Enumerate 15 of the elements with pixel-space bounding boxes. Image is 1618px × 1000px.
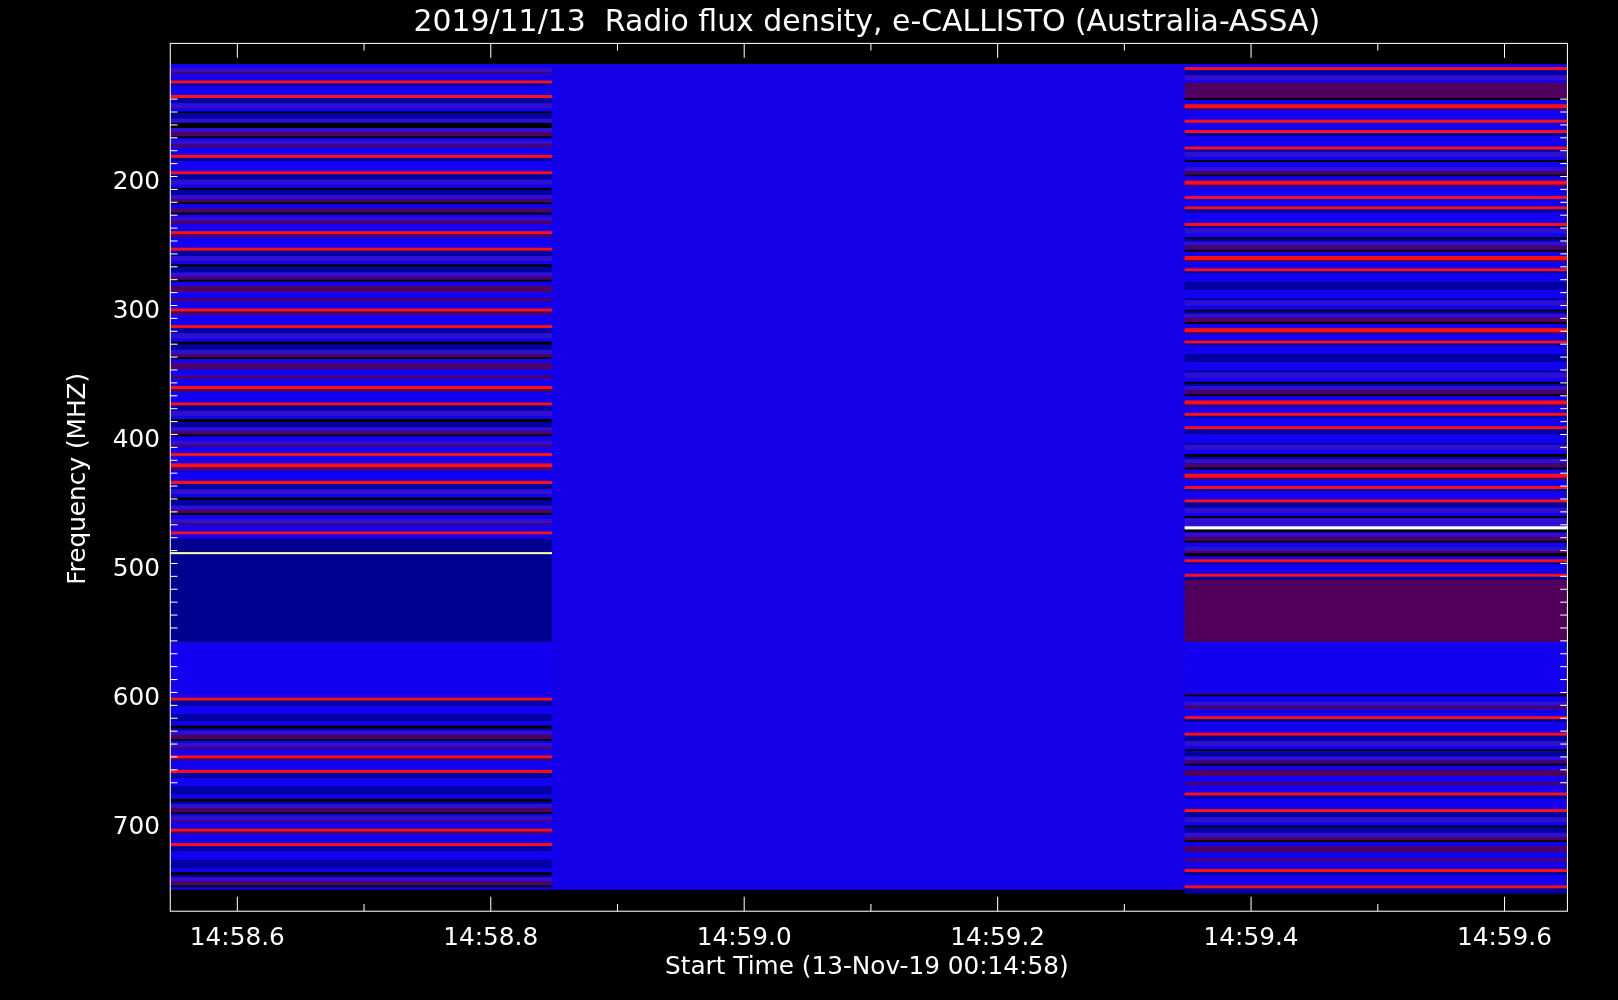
x-axis-label: Start Time (13-Nov-19 00:14:58) <box>665 951 1069 981</box>
y-tick-label: 500 <box>112 552 160 582</box>
x-tick-label: 14:58.8 <box>443 922 539 952</box>
y-tick-label: 700 <box>112 810 160 840</box>
x-tick-label: 14:59.4 <box>1203 922 1299 952</box>
y-axis-label: Frequency (MHZ) <box>61 372 91 585</box>
y-tick-label: 600 <box>112 681 160 711</box>
y-tick-label: 200 <box>112 165 160 195</box>
x-tick-label: 14:59.2 <box>950 922 1046 952</box>
x-tick-label: 14:58.6 <box>189 922 285 952</box>
x-tick-label: 14:59.6 <box>1457 922 1552 952</box>
y-tick-label: 300 <box>112 294 160 324</box>
x-tick-label: 14:59.0 <box>696 922 792 952</box>
y-tick-label: 400 <box>112 423 160 453</box>
chart-title: 2019/11/13 Radio flux density, e-CALLISTO (Australia-ASSA) <box>413 3 1321 38</box>
